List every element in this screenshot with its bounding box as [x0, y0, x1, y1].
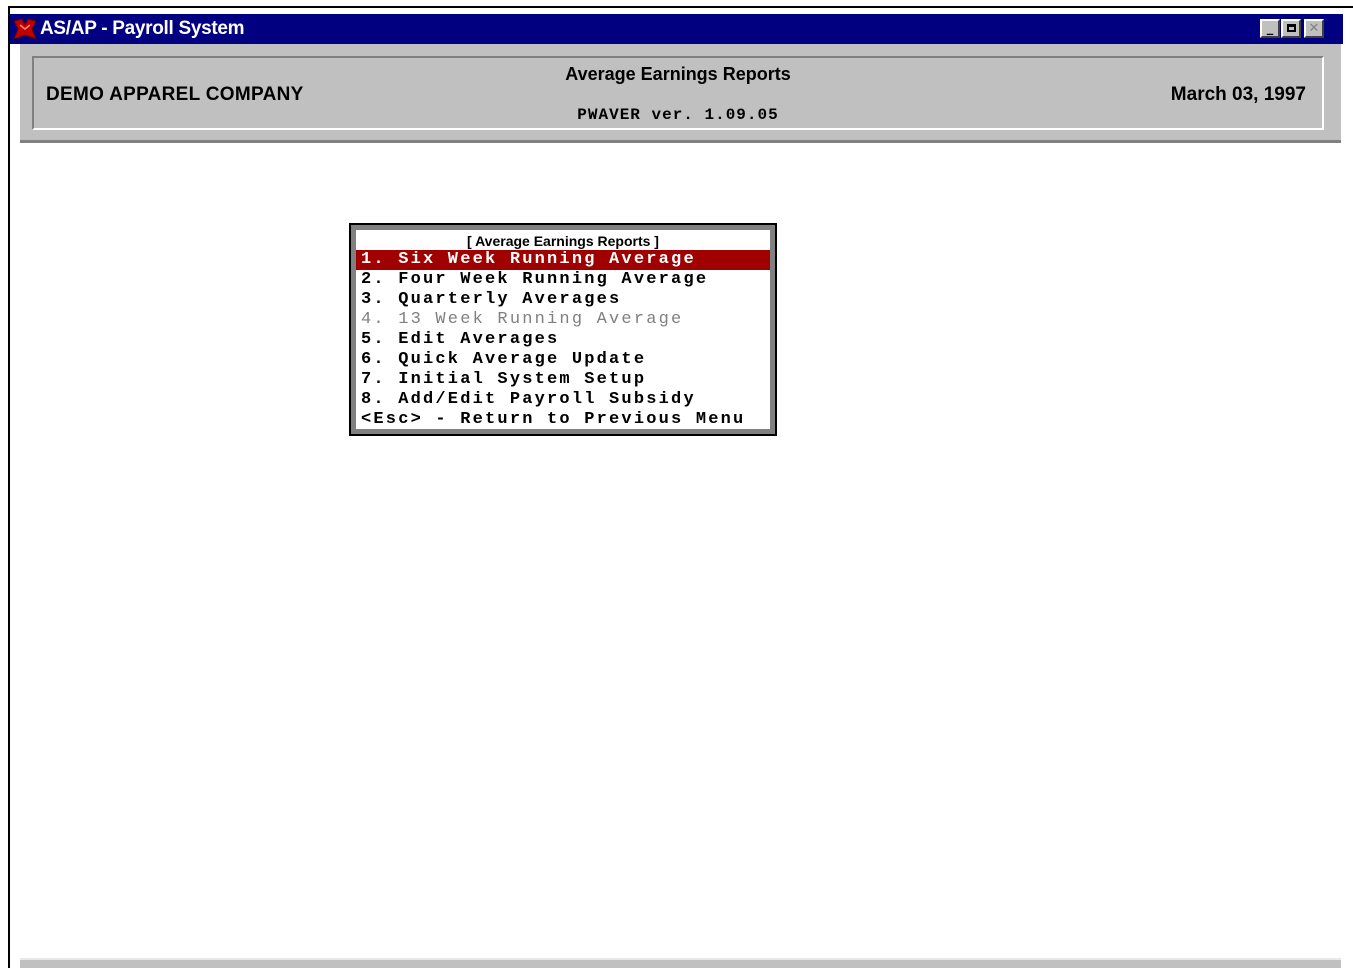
menu-item-four-week[interactable]: 2. Four Week Running Average — [356, 270, 770, 290]
app-logo-icon — [13, 18, 37, 40]
title-bar[interactable]: AS/AP - Payroll System _ ✕ — [10, 14, 1343, 44]
close-button[interactable]: ✕ — [1304, 19, 1324, 38]
menu-title: [ Average Earnings Reports ] — [467, 233, 659, 249]
menu-item-six-week[interactable]: 1. Six Week Running Average — [356, 250, 770, 270]
report-date: March 03, 1997 — [1170, 84, 1306, 105]
menu-item-quick-update[interactable]: 6. Quick Average Update — [356, 350, 770, 370]
header-panel: DEMO APPAREL COMPANY Average Earnings Re… — [32, 56, 1324, 130]
menu-item-13-week: 4. 13 Week Running Average — [361, 310, 684, 329]
menu-item-quarterly[interactable]: 3. Quarterly Averages — [356, 290, 770, 310]
restore-button[interactable] — [1281, 19, 1301, 38]
close-icon: ✕ — [1308, 21, 1320, 36]
restore-icon — [1286, 24, 1296, 32]
menu-item-edit-averages[interactable]: 5. Edit Averages — [356, 330, 770, 350]
company-name: DEMO APPAREL COMPANY — [46, 84, 304, 105]
app-window — [8, 6, 1353, 968]
minimize-icon: _ — [1266, 21, 1274, 36]
window-title: AS/AP - Payroll System — [40, 18, 245, 39]
menu-item-return[interactable]: <Esc> - Return to Previous Menu — [356, 410, 770, 430]
status-bar — [20, 958, 1341, 968]
menu-item-payroll-subsidy[interactable]: 8. Add/Edit Payroll Subsidy — [356, 390, 770, 410]
menu-panel: [ Average Earnings Reports ] 1. Six Week… — [356, 230, 770, 429]
program-version: PWAVER ver. 1.09.05 — [577, 106, 779, 124]
menu-item-initial-setup[interactable]: 7. Initial System Setup — [356, 370, 770, 390]
report-header: DEMO APPAREL COMPANY Average Earnings Re… — [20, 44, 1341, 143]
report-title: Average Earnings Reports — [565, 64, 791, 84]
report-menu: [ Average Earnings Reports ] 1. Six Week… — [349, 223, 777, 436]
minimize-button[interactable]: _ — [1260, 19, 1280, 38]
